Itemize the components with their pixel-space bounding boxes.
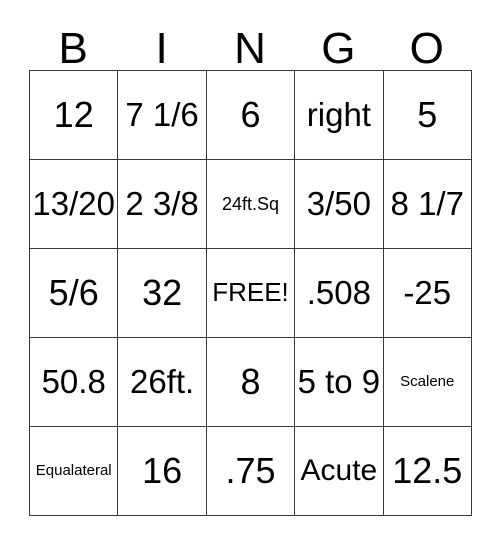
bingo-cell[interactable]: 32: [118, 249, 207, 338]
bingo-cell[interactable]: 26ft.: [118, 338, 207, 427]
bingo-header-letter-g-text: G: [321, 24, 356, 74]
bingo-cell-label: 50.8: [41, 362, 106, 400]
bingo-cell[interactable]: Acute: [295, 427, 384, 516]
bingo-cell[interactable]: 8: [206, 338, 296, 427]
bingo-header-letter-b: B: [29, 14, 117, 74]
bingo-header-row: B I N G O: [29, 14, 471, 74]
bingo-cell[interactable]: 7 1/6: [118, 71, 207, 160]
bingo-cell-label: 6: [240, 93, 261, 135]
bingo-cell-label: 7 1/6: [125, 95, 199, 133]
bingo-cell-label: 5: [417, 93, 438, 135]
bingo-cell-label: 5 to 9: [297, 362, 381, 400]
bingo-cell-label: 32: [142, 271, 183, 313]
bingo-cell[interactable]: 8 1/7: [383, 160, 472, 249]
bingo-header-letter-n: N: [206, 14, 294, 74]
bingo-grid: 12 7 1/6 6 right 5 13/20 2 3/8 24ft.Sq 3/50 8 1/7…: [29, 70, 472, 516]
bingo-header-letter-o: O: [383, 14, 471, 74]
bingo-cell[interactable]: Equalateral: [30, 427, 119, 516]
bingo-cell-label: 2 3/8: [125, 184, 199, 222]
bingo-header-letter-o-text: O: [409, 24, 444, 74]
bingo-cell[interactable]: 12: [30, 71, 119, 160]
bingo-cell[interactable]: -25: [383, 249, 472, 338]
bingo-cell-label: Scalene: [400, 372, 455, 390]
bingo-cell-label: Acute: [300, 454, 378, 488]
bingo-cell-label: 16: [142, 449, 183, 491]
bingo-cell-label: 26ft.: [129, 362, 195, 400]
bingo-cell-label: 8: [240, 360, 261, 402]
bingo-cell[interactable]: 50.8: [30, 338, 119, 427]
bingo-cell[interactable]: 6: [206, 71, 296, 160]
bingo-cell-label: 12.5: [392, 449, 463, 491]
bingo-header-letter-i-text: I: [155, 24, 168, 74]
bingo-cell[interactable]: .508: [295, 249, 384, 338]
bingo-header-letter-g: G: [294, 14, 382, 74]
bingo-cell[interactable]: .75: [206, 427, 296, 516]
bingo-cell[interactable]: 2 3/8: [118, 160, 207, 249]
bingo-row: 5/6 32 FREE! .508 -25: [30, 249, 472, 338]
bingo-cell-label: .75: [225, 449, 276, 491]
bingo-cell-label: 8 1/7: [390, 184, 464, 222]
bingo-cell[interactable]: FREE!: [206, 249, 296, 338]
bingo-cell[interactable]: 3/50: [295, 160, 384, 249]
bingo-cell-label: right: [306, 95, 371, 133]
bingo-cell[interactable]: right: [295, 71, 384, 160]
bingo-cell[interactable]: 16: [118, 427, 207, 516]
bingo-header-letter-n-text: N: [234, 24, 266, 74]
bingo-cell[interactable]: Scalene: [383, 338, 472, 427]
bingo-row: Equalateral 16 .75 Acute 12.5: [30, 427, 472, 516]
bingo-cell-label: 12: [53, 93, 94, 135]
bingo-cell[interactable]: 5: [383, 71, 472, 160]
bingo-cell-label: 13/20: [32, 184, 115, 222]
bingo-cell-label: 5/6: [48, 271, 99, 313]
bingo-cell-label: FREE!: [212, 277, 289, 308]
bingo-row: 12 7 1/6 6 right 5: [30, 71, 472, 160]
bingo-cell[interactable]: 12.5: [383, 427, 472, 516]
bingo-cell-label: 24ft.Sq: [221, 193, 279, 214]
bingo-cell-label: Equalateral: [35, 461, 112, 479]
bingo-cell-label: .508: [306, 273, 371, 311]
bingo-row: 13/20 2 3/8 24ft.Sq 3/50 8 1/7: [30, 160, 472, 249]
bingo-row: 50.8 26ft. 8 5 to 9 Scalene: [30, 338, 472, 427]
bingo-cell-label: -25: [403, 273, 452, 311]
bingo-cell[interactable]: 13/20: [30, 160, 119, 249]
bingo-cell[interactable]: 5/6: [30, 249, 119, 338]
bingo-cell[interactable]: 24ft.Sq: [206, 160, 296, 249]
bingo-cell[interactable]: 5 to 9: [295, 338, 384, 427]
bingo-header-letter-i: I: [117, 14, 205, 74]
bingo-cell-label: 3/50: [306, 184, 371, 222]
bingo-header-letter-b-text: B: [58, 24, 88, 74]
bingo-card: B I N G O 12 7 1/6 6 right 5 13/20 2 3/8 24ft.S…: [29, 14, 472, 516]
